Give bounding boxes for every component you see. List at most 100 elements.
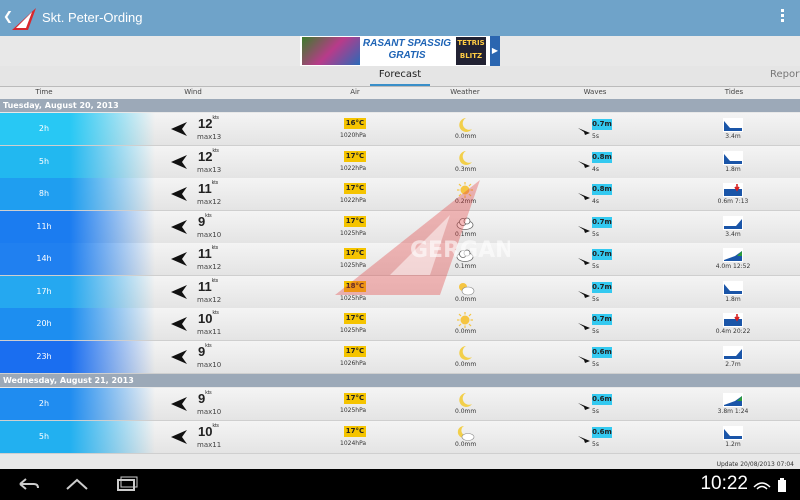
column-header-wind: Wind <box>184 88 202 96</box>
wind-max: max12 <box>197 295 222 304</box>
tab-bar: Forecast Report <box>0 66 800 87</box>
status-icons <box>753 478 786 492</box>
forecast-row[interactable]: 2h 12kts max13 16°C 1020hPa 0.0mm 0.7m 5s 3.4m <box>0 113 800 146</box>
precipitation: 0.0mm <box>455 408 477 415</box>
wind-unit: kts <box>211 245 219 251</box>
wind-unit: kts <box>211 180 219 186</box>
wave-period: 5s <box>592 360 599 368</box>
tide-value: 3.4m <box>725 133 741 140</box>
wave-direction-icon <box>578 154 590 168</box>
tide-value: 2.7m <box>725 360 741 368</box>
ad-arrow-icon[interactable]: ▶ <box>490 36 500 66</box>
update-timestamp: Update 20/08/2013 07:04 <box>716 461 794 468</box>
air-temperature-badge: 17°C <box>344 425 366 437</box>
wind-max: max11 <box>197 440 222 449</box>
cloud-icon <box>455 215 475 231</box>
wind-unit: kts <box>212 115 219 121</box>
precipitation: 0.3mm <box>455 165 477 173</box>
wind-max: max13 <box>197 133 222 141</box>
wind-max: max11 <box>197 328 222 336</box>
day-header: Wednesday, August 21, 2013 <box>0 374 800 387</box>
day-header-label: Tuesday, August 20, 2013 <box>3 101 119 110</box>
wind-speed: 10kts <box>198 423 219 439</box>
forecast-row[interactable]: 5h 10kts max11 17°C 1024hPa 0.0mm 0.6m 5s 1.2m <box>0 420 800 454</box>
air-temperature-badge: 17°C <box>344 183 366 194</box>
precipitation: 0.0mm <box>455 440 477 448</box>
day-header: Tuesday, August 20, 2013 <box>0 99 800 112</box>
tide-value: 4.0m 12:52 <box>715 263 751 270</box>
wave-height-badge: 0.8m <box>592 151 612 163</box>
precipitation: 0.1mm <box>455 263 477 270</box>
forecast-row[interactable]: 11h 9kts max10 17°C 1025hPa 0.1mm 0.7m 5s 3.4m <box>0 210 800 244</box>
time-label: 5h <box>38 431 50 441</box>
wave-direction-icon <box>578 219 590 233</box>
wave-height-badge: 0.7m <box>592 119 612 130</box>
forecast-row[interactable]: 5h 12kts max13 17°C 1022hPa 0.3mm 0.8m 4s 1.8m <box>0 145 800 179</box>
forecast-row[interactable]: 2h 9kts max10 17°C 1025hPa 0.0mm 0.6m 5s 3.8m 1:… <box>0 388 800 421</box>
wind-speed-value: 11 <box>198 181 212 196</box>
battery-icon <box>778 480 786 492</box>
wave-period: 5s <box>592 295 599 303</box>
wave-period: 5s <box>592 408 599 415</box>
wind-speed: 11kts <box>198 245 219 261</box>
time-cell: 5h <box>0 420 155 453</box>
precipitation: 0.0mm <box>455 360 477 368</box>
wave-height-badge: 0.6m <box>592 426 612 438</box>
column-header-time: Time <box>35 88 53 96</box>
wave-period: 5s <box>592 328 599 335</box>
wind-direction-icon <box>170 154 188 170</box>
wind-speed-value: 11 <box>198 278 212 294</box>
tide-low-icon <box>723 117 743 132</box>
app-logo[interactable] <box>10 4 38 32</box>
wind-speed: 11kts <box>198 278 218 294</box>
forecast-row[interactable]: 14h 11kts max12 17°C 1025hPa 0.1mm 0.7m 5s 4.0m … <box>0 243 800 276</box>
tab-forecast[interactable]: Forecast <box>370 66 430 86</box>
forecast-row[interactable]: 17h 11kts max12 18°C 1025hPa 0.0mm 0.7m 5s 1.8m <box>0 275 800 309</box>
sun-cloud-icon <box>455 280 475 296</box>
ad-banner[interactable]: RASANT SPASSIG GRATIS TETRIS BLITZ ▶ <box>300 36 500 66</box>
wave-period: 5s <box>592 263 599 270</box>
wind-direction-icon <box>170 186 188 202</box>
wind-direction-icon <box>170 219 188 235</box>
precipitation: 0.0mm <box>455 133 477 140</box>
column-header-air: Air <box>350 88 360 96</box>
wind-unit: kts <box>212 147 219 154</box>
cloud-icon <box>455 247 475 263</box>
home-icon[interactable] <box>62 475 92 493</box>
moon-icon <box>455 392 475 408</box>
wave-height-badge: 0.8m <box>592 184 612 195</box>
wave-direction-icon <box>578 121 590 135</box>
air-temperature-badge: 17°C <box>344 215 366 227</box>
forecast-row[interactable]: 23h 9kts max10 17°C 1026hPa 0.0mm 0.6m 5s 2.7m <box>0 340 800 374</box>
air-temperature-badge: 16°C <box>344 118 366 129</box>
forecast-row[interactable]: 8h 11kts max12 17°C 1022hPa 0.2mm 0.8m 4s 0.6m 7… <box>0 178 800 211</box>
wind-speed: 12kts <box>198 115 219 131</box>
tide-value: 0.4m 20:22 <box>715 328 751 335</box>
tide-rising-icon <box>723 345 743 360</box>
wind-speed: 9kts <box>198 390 212 406</box>
overflow-menu-icon[interactable] <box>780 9 786 27</box>
air-pressure: 1020hPa <box>340 132 367 139</box>
air-pressure: 1024hPa <box>340 439 367 447</box>
time-label: 14h <box>36 254 52 263</box>
tide-rising-icon <box>723 215 743 230</box>
wind-speed-value: 10 <box>198 311 213 326</box>
back-icon[interactable] <box>12 475 42 493</box>
ad-image <box>302 37 360 65</box>
wave-period: 5s <box>592 230 599 238</box>
wind-max: max12 <box>197 198 222 206</box>
precipitation: 0.1mm <box>455 230 477 238</box>
tide-value: 3.4m <box>725 230 741 238</box>
air-pressure: 1025hPa <box>340 327 367 334</box>
tide-falling-icon <box>723 312 743 327</box>
wind-unit: kts <box>205 212 212 219</box>
wave-direction-icon <box>578 316 590 330</box>
wind-direction-icon <box>170 121 188 137</box>
wind-max: max12 <box>197 263 222 271</box>
time-label: 20h <box>36 319 52 328</box>
status-clock: 10:22 <box>700 473 748 494</box>
recent-apps-icon[interactable] <box>112 475 142 493</box>
forecast-row[interactable]: 20h 10kts max11 17°C 1025hPa 0.0mm 0.7m 5s 0.4m … <box>0 308 800 341</box>
tab-report[interactable]: Report <box>770 66 800 84</box>
ad-headline: RASANT SPASSIG GRATIS <box>362 38 452 61</box>
